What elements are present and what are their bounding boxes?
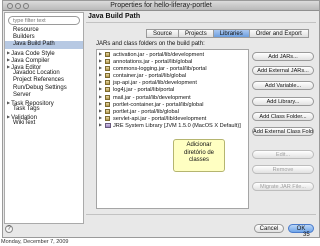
- footer-divider: [86, 214, 316, 215]
- tab[interactable]: Source: [146, 29, 179, 38]
- tab[interactable]: Projects: [178, 29, 213, 38]
- jar-row[interactable]: ▶ portlet.jar - portal/lib/global: [97, 107, 248, 115]
- jar-row[interactable]: ▶ servlet-api.jar - portal/lib/developmen…: [97, 114, 248, 122]
- sidebar-nav: ResourceBuildersJava Build PathJava Code…: [5, 27, 83, 128]
- library-icon: [105, 122, 111, 128]
- jar-row[interactable]: ▶ jsp-api.jar - portal/lib/development: [97, 78, 248, 86]
- side-button[interactable]: Add Class Folder...: [252, 112, 314, 121]
- page-number: 35: [303, 232, 310, 238]
- jar-row[interactable]: ▶ mail.jar - portal/lib/development: [97, 93, 248, 101]
- sidebar-item[interactable]: Project References: [5, 77, 83, 84]
- sidebar-item[interactable]: Task Repository: [5, 99, 83, 107]
- header-divider: [86, 22, 316, 23]
- tooltip: Adicionar diretório de classes: [173, 139, 225, 172]
- sidebar-item[interactable]: WikiText: [5, 120, 83, 127]
- sidebar-item[interactable]: Java Code Style: [5, 49, 83, 57]
- jars-label: JARs and class folders on the build path…: [96, 41, 205, 47]
- tooltip-line: diretório de: [183, 149, 215, 156]
- jar-label: JRE System Library [JVM 1.5.0 (MacOS X D…: [113, 122, 241, 129]
- jar-list[interactable]: ▶ activation.jar - portal/lib/development…: [96, 49, 249, 209]
- jar-row[interactable]: ▶ container.jar - portal/lib/global: [97, 71, 248, 79]
- sidebar-item[interactable]: Validation: [5, 113, 83, 121]
- jar-row[interactable]: ▶ log4j.jar - portal/lib/portal: [97, 85, 248, 93]
- tab[interactable]: Order and Export: [248, 29, 309, 38]
- side-button[interactable]: Add JARs...: [252, 52, 314, 61]
- jar-row[interactable]: ▶ commons-logging.jar - portal/lib/portal: [97, 64, 248, 72]
- jar-row[interactable]: ▶ portlet-container.jar - portal/lib/glob…: [97, 100, 248, 108]
- cancel-button[interactable]: Cancel: [254, 224, 284, 233]
- tooltip-line: Adicionar: [186, 142, 212, 148]
- jar-row[interactable]: ▶ JRE System Library [JVM 1.5.0 (MacOS X …: [97, 121, 248, 129]
- jar-row[interactable]: ▶ annotations.jar - portal/lib/global: [97, 57, 248, 65]
- sidebar-item[interactable]: Run/Debug Settings: [5, 85, 83, 92]
- jar-row[interactable]: ▶ activation.jar - portal/lib/development: [97, 50, 248, 58]
- tab[interactable]: Libraries: [212, 29, 249, 38]
- side-button[interactable]: Migrate JAR File...: [252, 182, 314, 191]
- ok-button[interactable]: OK: [288, 224, 314, 233]
- side-button[interactable]: Add Variable...: [252, 81, 314, 90]
- sidebar: ResourceBuildersJava Build PathJava Code…: [4, 12, 84, 224]
- tooltip-line: classes: [188, 157, 209, 163]
- page-title: Java Build Path: [88, 13, 141, 20]
- sidebar-item[interactable]: Javadoc Location: [5, 70, 83, 77]
- sidebar-item[interactable]: Java Editor: [5, 63, 83, 71]
- footer-date: Monday, December 7, 2009: [1, 239, 69, 245]
- help-icon[interactable]: ?: [5, 225, 13, 233]
- side-button[interactable]: Add External JARs...: [252, 66, 314, 75]
- sidebar-item[interactable]: Java Build Path: [5, 41, 83, 49]
- window-title: Properties for hello-liferay-portlet: [110, 2, 212, 9]
- side-button[interactable]: Remove: [252, 165, 314, 174]
- side-button[interactable]: Add Library...: [252, 97, 314, 106]
- tab-bar: Source Projects Libraries Order and Export: [146, 29, 309, 38]
- side-button[interactable]: Add External Class Folder...: [252, 127, 314, 136]
- sidebar-item[interactable]: Server: [5, 92, 83, 99]
- sidebar-item[interactable]: Task Tags: [5, 106, 83, 113]
- filter-input[interactable]: [8, 16, 80, 25]
- title-bar[interactable]: Properties for hello-liferay-portlet: [3, 1, 319, 11]
- sidebar-item[interactable]: Builders: [5, 34, 83, 41]
- sidebar-item[interactable]: Resource: [5, 27, 83, 34]
- side-button[interactable]: Edit...: [252, 150, 314, 159]
- sidebar-item[interactable]: Java Compiler: [5, 56, 83, 64]
